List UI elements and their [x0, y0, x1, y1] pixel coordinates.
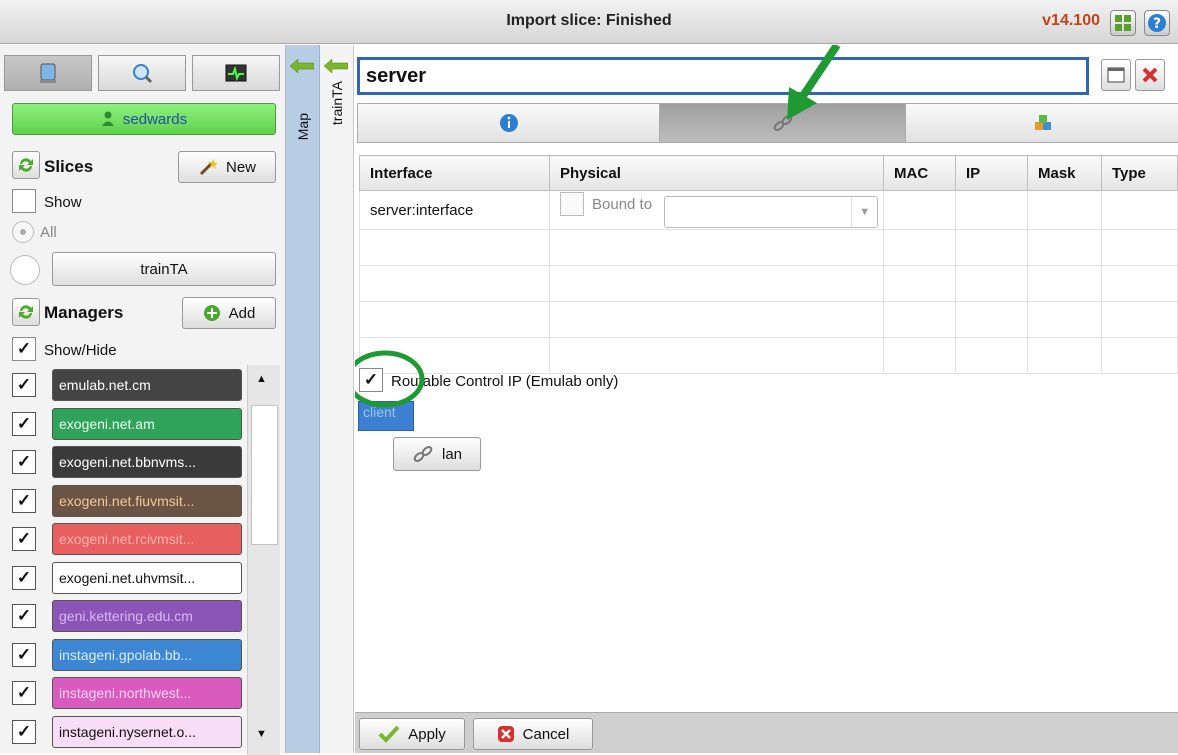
show-label: Show: [44, 194, 82, 211]
annotation-arrow: [797, 45, 841, 102]
all-label: All: [40, 224, 57, 241]
tab-search[interactable]: [98, 55, 186, 91]
slice-radio[interactable]: [10, 255, 40, 285]
all-radio[interactable]: [12, 221, 34, 243]
manager-item[interactable]: instageni.gpolab.bb...: [52, 639, 242, 671]
manager-checkbox[interactable]: ✓: [12, 373, 36, 397]
server-icon: [40, 63, 56, 83]
node-editor: server Interface Physical MAC IP Mask Ty…: [355, 45, 1178, 753]
search-icon: [133, 64, 153, 84]
refresh-slices-button[interactable]: [12, 151, 40, 179]
arrow-left-icon: [324, 59, 348, 73]
manager-checkbox[interactable]: ✓: [12, 566, 36, 590]
manager-checkbox[interactable]: ✓: [12, 681, 36, 705]
fullscreen-icon: [1115, 15, 1131, 31]
manager-item[interactable]: exogeni.net.fiuvmsit...: [52, 485, 242, 517]
manager-checkbox[interactable]: ✓: [12, 489, 36, 513]
manager-item[interactable]: exogeni.net.bbnvms...: [52, 446, 242, 478]
manager-checkbox[interactable]: ✓: [12, 527, 36, 551]
refresh-icon: [19, 305, 33, 319]
user-button[interactable]: sedwards: [12, 103, 276, 135]
user-name: sedwards: [122, 110, 188, 128]
help-button[interactable]: ?: [1144, 10, 1170, 36]
lan-link-label: lan: [441, 445, 463, 463]
showhide-checkbox[interactable]: ✓: [12, 337, 36, 361]
tab-monitor[interactable]: [192, 55, 280, 91]
scroll-up-arrow[interactable]: ▲: [256, 373, 267, 385]
slices-heading: Slices: [44, 157, 94, 176]
cancel-icon: [497, 726, 514, 742]
manager-checkbox[interactable]: ✓: [12, 643, 36, 667]
manager-checkbox[interactable]: ✓: [12, 604, 36, 628]
manager-item[interactable]: exogeni.net.am: [52, 408, 242, 440]
window-title: Import slice: Finished: [506, 12, 672, 29]
tab-resources[interactable]: [4, 55, 92, 91]
manager-scrollbar[interactable]: ▲ ▼: [247, 365, 280, 755]
checkmark-icon: [378, 725, 400, 743]
manager-checkbox[interactable]: ✓: [12, 720, 36, 744]
cancel-button[interactable]: Cancel: [473, 718, 593, 750]
manager-checkbox[interactable]: ✓: [12, 450, 36, 474]
scrollbar-thumb[interactable]: [251, 405, 278, 545]
arrow-left-icon: [290, 59, 314, 73]
refresh-managers-button[interactable]: [12, 298, 40, 326]
new-slice-button[interactable]: New: [178, 151, 276, 183]
slice-tab[interactable]: trainTA: [320, 45, 354, 753]
manager-checkbox[interactable]: ✓: [12, 412, 36, 436]
showhide-label: Show/Hide: [44, 342, 117, 359]
wand-icon: [199, 159, 218, 176]
cancel-label: Cancel: [522, 725, 570, 743]
map-tab-label: Map: [295, 113, 311, 141]
version-label: v14.100: [1042, 12, 1100, 29]
annotation-overlay: [355, 45, 841, 408]
manager-item[interactable]: instageni.nysernet.o...: [52, 716, 242, 748]
manager-item[interactable]: exogeni.net.rcivmsit...: [52, 523, 242, 555]
manager-item[interactable]: emulab.net.cm: [52, 369, 242, 401]
manager-item[interactable]: instageni.northwest...: [52, 677, 242, 709]
slice-trainTA-button[interactable]: trainTA: [52, 252, 276, 286]
scroll-down-arrow[interactable]: ▼: [256, 728, 267, 740]
title-bar: Import slice: Finished v14.100 ?: [0, 0, 1178, 44]
link-icon: [413, 446, 433, 462]
svg-text:?: ?: [1153, 16, 1161, 32]
slice-trainTA-label: trainTA: [140, 260, 188, 278]
highlight-circle: [355, 350, 425, 408]
apply-label: Apply: [408, 725, 446, 743]
add-icon: [203, 305, 220, 321]
bottom-bar: Apply Cancel: [355, 712, 1178, 753]
help-icon: ?: [1148, 14, 1166, 32]
manager-item[interactable]: geni.kettering.edu.cm: [52, 600, 242, 632]
new-slice-label: New: [225, 158, 256, 176]
manager-item[interactable]: exogeni.net.uhvmsit...: [52, 562, 242, 594]
show-slices-checkbox[interactable]: [12, 189, 36, 213]
refresh-icon: [19, 158, 33, 172]
add-manager-label: Add: [228, 304, 256, 322]
slice-tab-label: trainTA: [329, 81, 345, 126]
left-panel: sedwards Slices New Show All trainTA Man…: [0, 45, 286, 755]
user-icon: [101, 111, 114, 126]
managers-heading: Managers: [44, 303, 124, 322]
apply-button[interactable]: Apply: [359, 718, 465, 750]
monitor-icon: [225, 64, 247, 82]
map-tab[interactable]: Map: [286, 45, 320, 753]
fullscreen-button[interactable]: [1110, 10, 1136, 36]
add-manager-button[interactable]: Add: [182, 297, 276, 329]
